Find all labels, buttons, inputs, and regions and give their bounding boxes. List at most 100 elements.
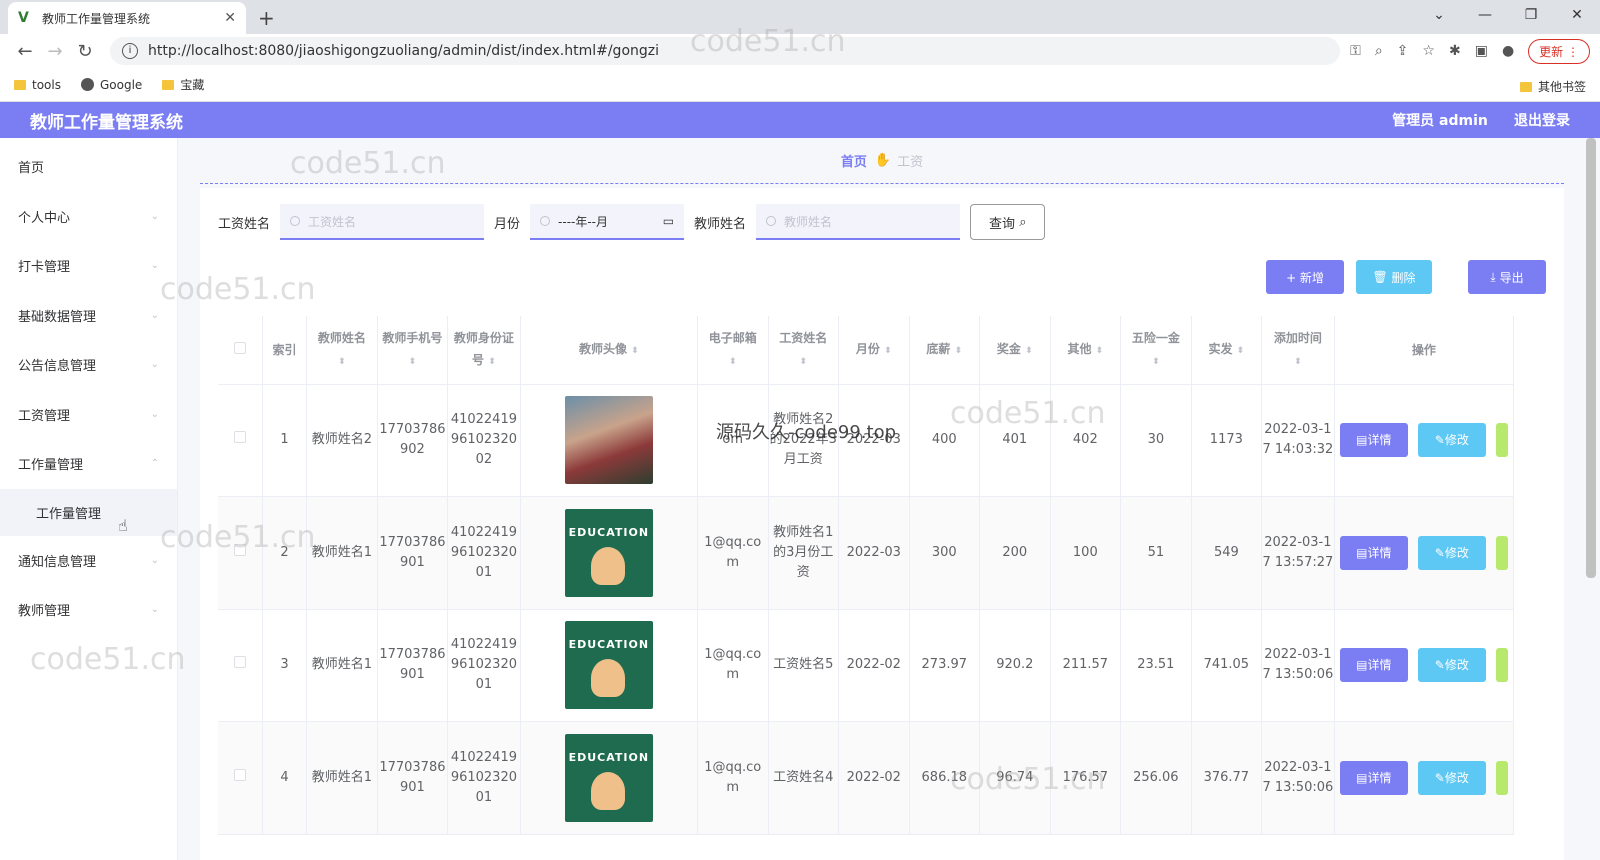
select-all-cell[interactable]: [218, 316, 263, 385]
sort-icon: ⬍: [1236, 345, 1245, 356]
header-other[interactable]: 其他 ⬍: [1050, 316, 1122, 385]
edit-button[interactable]: ✎ 修改: [1417, 760, 1486, 795]
sidebar-item-profile[interactable]: 个人中心 ⌄: [0, 192, 177, 242]
row-checkbox[interactable]: [233, 431, 246, 444]
detail-button[interactable]: ▤ 详情: [1339, 535, 1408, 570]
breadcrumb-home[interactable]: 首页: [841, 151, 867, 170]
header-month[interactable]: 月份 ⬍: [838, 316, 910, 385]
month-input[interactable]: ----年--月 ▭: [530, 204, 685, 240]
sort-icon: ⬍: [338, 356, 346, 367]
forward-icon[interactable]: →: [40, 41, 70, 62]
header-avatar[interactable]: 教师头像 ⬍: [520, 316, 698, 385]
minimize-icon[interactable]: —: [1462, 0, 1508, 34]
chevron-down-icon: ⌄: [150, 359, 159, 371]
chevron-down-icon[interactable]: ⌄: [1416, 0, 1462, 34]
sort-icon: ⬍: [884, 345, 892, 356]
extensions-icon[interactable]: ✱: [1449, 43, 1461, 59]
close-icon[interactable]: ✕: [224, 10, 236, 26]
bookmark-treasure[interactable]: 宝藏: [162, 76, 204, 93]
row-checkbox[interactable]: [233, 656, 246, 669]
update-button[interactable]: 更新 ⋮: [1528, 38, 1590, 64]
sidebar-item-salary[interactable]: 工资管理 ⌄: [0, 390, 177, 440]
header-time[interactable]: 添加时间 ⬍: [1261, 316, 1335, 385]
header-idcard[interactable]: 教师身份证号 ⬍: [447, 316, 521, 385]
browser-tab[interactable]: V 教师工作量管理系统 ✕: [8, 2, 246, 34]
header-salary-name[interactable]: 工资姓名 ⬍: [768, 316, 840, 385]
detail-button[interactable]: ▤ 详情: [1339, 648, 1408, 683]
edit-button[interactable]: ✎ 修改: [1417, 535, 1486, 570]
edit-button[interactable]: ✎ 修改: [1417, 648, 1486, 683]
calendar-icon[interactable]: ▭: [663, 214, 674, 228]
salary-name-input[interactable]: 工资姓名: [280, 204, 485, 240]
star-icon[interactable]: ☆: [1422, 43, 1435, 59]
sidebar-item-notice[interactable]: 公告信息管理 ⌄: [0, 340, 177, 390]
reload-icon[interactable]: ↻: [70, 41, 100, 62]
teacher-name-input[interactable]: 教师姓名: [756, 204, 961, 240]
add-button[interactable]: + 新增: [1266, 260, 1344, 294]
breadcrumb-current: 工资: [897, 155, 924, 170]
cell-base: 273.97: [909, 609, 981, 722]
sidebar-item-label: 公告信息管理: [18, 359, 97, 375]
edit-button[interactable]: ✎ 修改: [1417, 423, 1486, 458]
other-bookmarks[interactable]: 其他书签: [1519, 78, 1586, 95]
delete-button[interactable]: 🗑 删除: [1356, 260, 1432, 294]
new-tab-icon[interactable]: +: [258, 6, 275, 30]
folder-icon: [14, 79, 26, 90]
page-scrollbar[interactable]: [1586, 138, 1596, 578]
back-icon[interactable]: ←: [10, 41, 40, 62]
header-insurance[interactable]: 五险一金 ⬍: [1120, 316, 1192, 385]
row-select-cell[interactable]: [218, 721, 263, 835]
delete-row-button[interactable]: [1495, 535, 1508, 570]
row-checkbox[interactable]: [233, 768, 246, 781]
detail-button[interactable]: ▤ 详情: [1339, 423, 1408, 458]
bookmark-tools[interactable]: tools: [14, 78, 61, 92]
delete-label: 删除: [1391, 270, 1416, 285]
zoom-icon[interactable]: ⌕: [1375, 43, 1383, 59]
app-title: 教师工作量管理系统: [30, 112, 183, 133]
header-bonus[interactable]: 奖金 ⬍: [979, 316, 1051, 385]
row-checkbox[interactable]: [233, 543, 246, 556]
chevron-up-icon: ⌃: [150, 458, 159, 470]
cell-ops: ▤ 详情 ✎ 修改: [1334, 496, 1515, 610]
sidebar-item-basedata[interactable]: 基础数据管理 ⌄: [0, 291, 177, 341]
sidebar-item-home[interactable]: 首页: [0, 142, 177, 192]
chevron-down-icon: ⌄: [150, 554, 159, 566]
cell-phone: 17703786901: [377, 609, 449, 722]
detail-button[interactable]: ▤ 详情: [1339, 760, 1408, 795]
row-select-cell[interactable]: [218, 384, 263, 497]
delete-row-button[interactable]: [1495, 648, 1508, 683]
key-icon[interactable]: ⚿: [1350, 43, 1361, 59]
profile-icon[interactable]: ●: [1502, 43, 1514, 59]
restore-icon[interactable]: ❐: [1508, 0, 1554, 34]
sort-icon: ⬍: [408, 356, 417, 367]
row-select-cell[interactable]: [218, 609, 263, 722]
header-phone[interactable]: 教师手机号 ⬍: [377, 316, 449, 385]
cell-bonus: 920.2: [979, 609, 1051, 722]
header-teacher[interactable]: 教师姓名 ⬍: [306, 316, 378, 385]
header-base[interactable]: 底薪 ⬍: [909, 316, 981, 385]
sidebar-item-attendance[interactable]: 打卡管理 ⌄: [0, 241, 177, 291]
share-icon[interactable]: ⇪: [1397, 43, 1409, 59]
select-all-checkbox[interactable]: [233, 341, 246, 354]
close-window-icon[interactable]: ✕: [1554, 0, 1600, 34]
sidebar-subitem-workload[interactable]: 工作量管理 ☝: [0, 488, 177, 536]
sidebar-item-notification[interactable]: 通知信息管理 ⌄: [0, 536, 177, 586]
export-button[interactable]: ⤓ 导出: [1468, 260, 1546, 294]
sort-icon: ⬍: [954, 345, 963, 356]
logout-link[interactable]: 退出登录: [1514, 113, 1570, 129]
cell-ops: ▤ 详情 ✎ 修改: [1334, 609, 1515, 722]
bookmark-google[interactable]: Google: [80, 78, 142, 92]
sidebar-item-workload[interactable]: 工作量管理 ⌃: [0, 439, 177, 489]
delete-row-button[interactable]: [1495, 423, 1508, 458]
sort-icon: ⬍: [728, 356, 737, 367]
header-net[interactable]: 实发 ⬍: [1191, 316, 1263, 385]
header-email[interactable]: 电子邮箱 ⬍: [697, 316, 769, 385]
delete-row-button[interactable]: [1495, 760, 1508, 795]
sidebar-item-teacher[interactable]: 教师管理 ⌄: [0, 585, 177, 635]
chevron-down-icon: ⌄: [150, 210, 159, 222]
row-select-cell[interactable]: [218, 496, 263, 610]
url-field[interactable]: i http://localhost:8080/jiaoshigongzuoli…: [110, 37, 1341, 65]
info-icon[interactable]: i: [122, 43, 138, 59]
query-button[interactable]: 查询 ⌕: [970, 204, 1046, 240]
sidepanel-icon[interactable]: ▣: [1475, 43, 1488, 59]
